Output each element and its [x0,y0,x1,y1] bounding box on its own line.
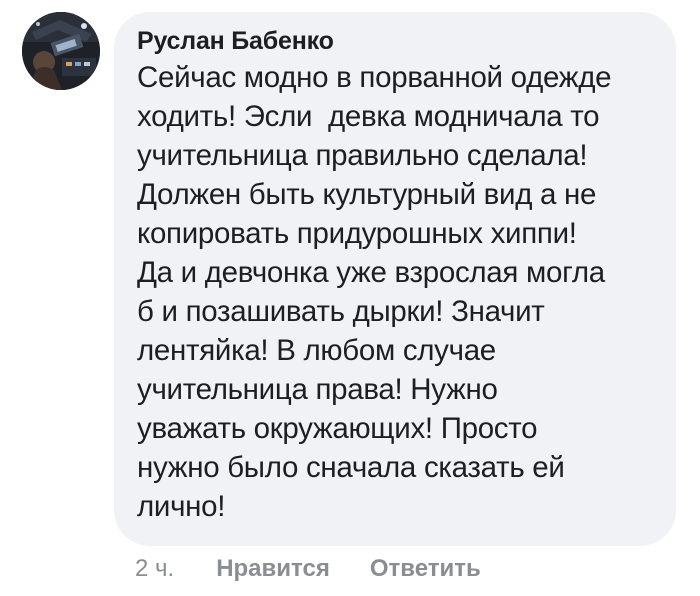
comment-text-line: нужно было сначала сказать ей [137,451,565,484]
comment-text-line: лично! [137,490,226,523]
comment-text-line: ходить! Эсли девка модничала то [137,100,600,133]
comment-bubble: Руслан Бабенко Сейчас модно в порванной … [114,12,676,546]
author-name[interactable]: Руслан Бабенко [137,26,656,56]
comment-text-line: уважать окружающих! Просто [137,412,538,445]
like-button[interactable]: Нравится [216,555,330,583]
comment-text-line: Сейчас модно в порванной одежде [137,61,612,94]
reply-button[interactable]: Ответить [370,555,481,583]
comment-text-line: Да и девчонка уже взрослая могла [137,256,605,289]
comment-text-line: копировать придурошных хиппи! [137,217,577,250]
avatar-photo-icon [22,12,100,90]
comment-text-line: лентяйка! В любом случае [137,334,496,367]
author-avatar[interactable] [22,12,100,90]
comment-timestamp[interactable]: 2 ч. [135,555,174,583]
comment-text: Сейчас модно в порванной одежде ходить! Э… [137,58,656,526]
comment-text-line: Должен быть культурный вид а не [137,178,597,211]
comment: Руслан Бабенко Сейчас модно в порванной … [0,0,700,596]
comment-text-line: учительница права! Нужно [137,373,498,406]
comment-text-line: учительница правильно сделала! [137,139,588,172]
comment-text-line: б и позашивать дырки! Значит [137,295,545,328]
comment-actions: 2 ч. Нравится Ответить [135,553,521,585]
